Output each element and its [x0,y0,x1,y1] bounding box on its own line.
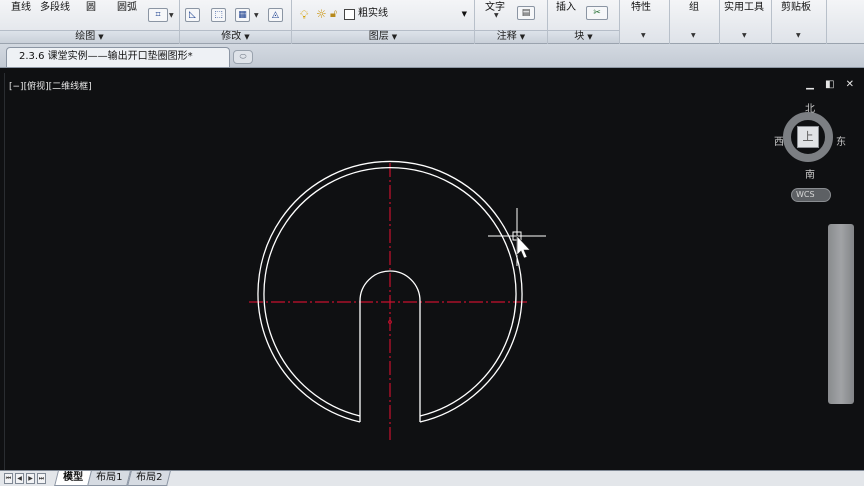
layer-color-icon [344,9,355,20]
next-tab-arrow[interactable]: ▶ [26,473,35,484]
layer-name: 粗实线 [358,8,388,19]
light-bulb-icon[interactable]: 💡︎ [300,8,308,23]
array-dropdown-arrow[interactable]: ▼ [254,12,259,19]
panel-caption-layers[interactable]: 图层 ▼ [292,30,474,43]
panel-caption-modify[interactable]: 修改 ▼ [180,30,291,43]
panel-properties[interactable]: 特性 ▼ [620,0,670,44]
tab-model[interactable]: 模型 [54,471,92,486]
panel-clipboard[interactable]: 剪贴板 ▼ [772,0,827,44]
panel-groups[interactable]: 组 ▼ [670,0,720,44]
properties-label: 特性 [631,2,651,13]
panel-block: 插入 ✂ 块 ▼ [548,0,620,44]
wcs-menu[interactable]: WCS [791,188,831,202]
mouse-pointer-icon [516,235,531,259]
groups-arrow: ▼ [691,32,696,39]
utilities-arrow: ▼ [742,32,747,39]
navigation-bar[interactable] [828,224,854,404]
panel-caption-draw[interactable]: 绘图 ▼ [0,30,179,43]
ribbon: 直线 多段线 圆 圆弧 ⌗ ▼ 绘图 ▼ ◺ ⬚ ▦ ▼ ◬ 修改 ▼ 💡︎ ☼ 🔓… [0,0,864,44]
layer-dropdown-arrow: ▼ [461,10,467,18]
panel-modify: ◺ ⬚ ▦ ▼ ◬ 修改 ▼ [180,0,292,44]
clipboard-arrow: ▼ [796,32,801,39]
properties-arrow: ▼ [641,32,646,39]
tab-layout1[interactable]: 布局1 [87,471,132,486]
panel-annotation: 文字 ▼ ▤ 注释 ▼ [475,0,548,44]
layout-tab-bar: ⏮ ◀ ▶ ⏭ 模型 布局1 布局2 [0,470,864,486]
layer-dropdown[interactable]: 粗实线 ▼ [358,8,470,22]
insert-tool-button[interactable]: 插入 [556,0,576,13]
array-icon[interactable]: ▦ [235,8,250,22]
line-tool-button[interactable]: 直线 [11,0,31,13]
mirror-icon[interactable]: ◺ [185,8,200,22]
new-tab-button[interactable]: ⬭ [233,50,253,64]
circle-tool-button[interactable]: 圆 [86,0,96,13]
viewcube-south[interactable]: 南 [805,166,815,181]
first-tab-arrow[interactable]: ⏮ [4,473,13,484]
polyline-tool-button[interactable]: 多段线 [40,0,70,13]
table-icon[interactable]: ▤ [517,6,535,20]
groups-label: 组 [689,2,699,13]
last-tab-arrow[interactable]: ⏭ [37,473,46,484]
sun-icon[interactable]: ☼ [316,7,327,21]
clipboard-label: 剪贴板 [781,2,811,13]
arc-tool-button[interactable]: 圆弧 [117,0,137,13]
drawing-canvas[interactable] [5,73,863,471]
panel-draw: 直线 多段线 圆 圆弧 ⌗ ▼ 绘图 ▼ [0,0,180,44]
tab-layout2[interactable]: 布局2 [127,471,172,486]
stretch-icon[interactable]: ⬚ [211,8,226,22]
panel-caption-block[interactable]: 块 ▼ [548,30,619,43]
viewcube-east[interactable]: 东 [836,133,846,148]
utilities-label: 实用工具 [724,2,764,13]
drawing-viewport[interactable]: [−][俯视][二维线框] ▁ ◧ ✕ [4,73,862,471]
block-editor-icon[interactable]: ✂ [586,6,608,20]
rectangle-dropdown-arrow[interactable]: ▼ [169,12,174,19]
rectangle-tool-icon[interactable]: ⌗ [148,8,168,22]
autocad-window: 直线 多段线 圆 圆弧 ⌗ ▼ 绘图 ▼ ◺ ⬚ ▦ ▼ ◬ 修改 ▼ 💡︎ ☼ 🔓… [0,0,864,486]
document-tab[interactable]: 2.3.6 课堂实例——输出开口垫圈图形* [6,47,230,67]
lock-icon[interactable]: 🔓︎ [330,7,337,21]
panel-layers: 💡︎ ☼ 🔓︎ 粗实线 ▼ 图层 ▼ [292,0,475,44]
panel-caption-annotation[interactable]: 注释 ▼ [475,30,547,43]
viewcube-top-face[interactable]: 上 [797,126,819,148]
panel-utilities[interactable]: 实用工具 ▼ [720,0,772,44]
viewcube[interactable]: 北 西 东 南 上 [772,100,852,190]
offset-icon[interactable]: ◬ [268,8,283,22]
prev-tab-arrow[interactable]: ◀ [15,473,24,484]
document-tab-bar: 2.3.6 课堂实例——输出开口垫圈图形* ⬭ [0,44,864,68]
text-dropdown-arrow[interactable]: ▼ [494,12,499,19]
